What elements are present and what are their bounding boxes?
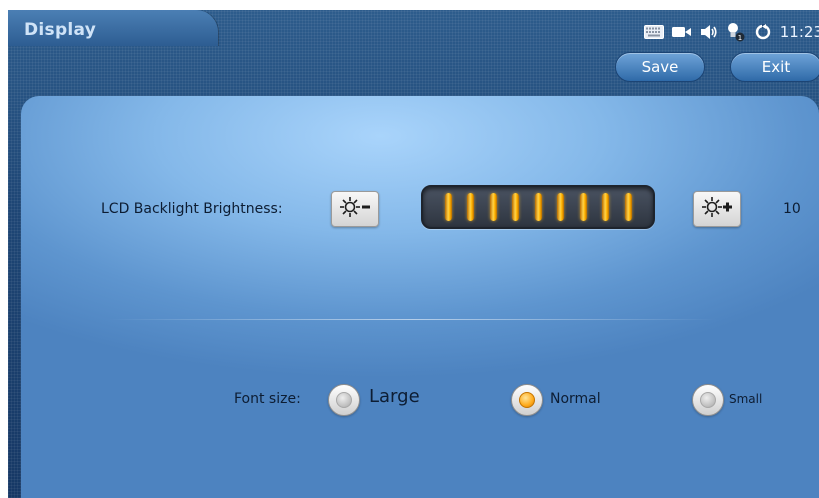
save-button[interactable]: Save (615, 52, 705, 82)
brightness-segment (534, 193, 542, 221)
brightness-segment (624, 193, 632, 221)
sync-icon (754, 23, 772, 41)
brightness-segment (602, 193, 609, 221)
brightness-segment (512, 193, 519, 221)
settings-panel (21, 96, 819, 498)
brightness-level-bar[interactable] (421, 185, 655, 229)
font-size-large-radio[interactable] (328, 384, 360, 416)
device-screen: Display 1 11:23 Save Exit LCD Backlight … (8, 10, 819, 498)
font-size-label: Font size: (234, 391, 301, 407)
speaker-icon (700, 24, 718, 40)
radio-dot-selected (519, 392, 535, 408)
brightness-segment (557, 193, 564, 221)
brightness-decrease-button[interactable] (331, 191, 379, 227)
exit-button[interactable]: Exit (730, 52, 819, 82)
keyboard-icon (643, 25, 664, 39)
title-tab: Display (8, 10, 218, 46)
brightness-down-icon (338, 195, 372, 223)
brightness-segment (579, 193, 587, 221)
camera-icon (671, 26, 692, 38)
brightness-label: LCD Backlight Brightness: (101, 201, 283, 217)
brightness-up-icon (700, 195, 734, 223)
font-size-normal-label[interactable]: Normal (550, 391, 601, 407)
section-divider (108, 319, 718, 320)
font-size-large-label[interactable]: Large (369, 386, 420, 407)
brightness-segment (444, 193, 452, 221)
brightness-segment (467, 193, 474, 221)
status-bar: 1 11:23 (643, 20, 819, 44)
brightness-value: 10 (783, 201, 801, 217)
bulb-badge: 1 (738, 34, 742, 42)
font-size-small-label[interactable]: Small (729, 392, 762, 406)
page-title: Display (24, 20, 97, 40)
font-size-small-radio[interactable] (692, 384, 724, 416)
brightness-segment (489, 193, 497, 221)
font-size-normal-radio[interactable] (511, 384, 543, 416)
radio-dot (336, 392, 352, 408)
radio-dot (700, 392, 716, 408)
clock: 11:23 (779, 23, 819, 41)
brightness-increase-button[interactable] (693, 191, 741, 227)
lightbulb-icon: 1 (726, 22, 746, 42)
